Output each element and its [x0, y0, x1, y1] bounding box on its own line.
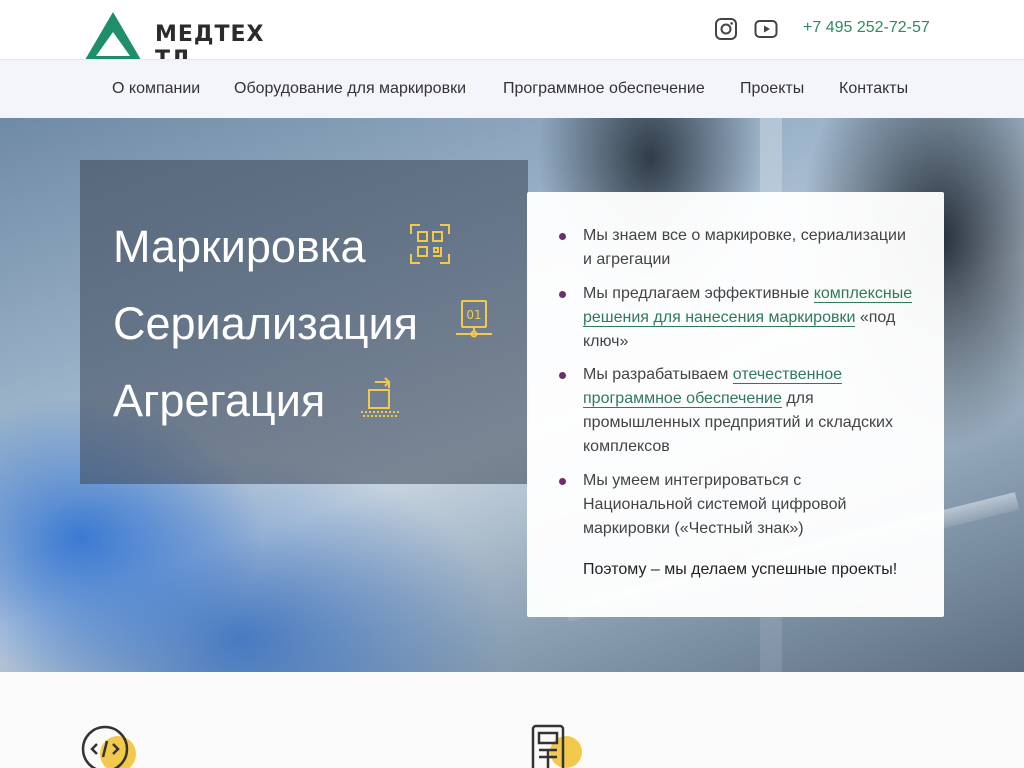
serial-number-icon: 01 [456, 300, 492, 338]
youtube-icon[interactable] [754, 17, 778, 41]
bullet-dot [559, 372, 566, 379]
nav-item-projects[interactable]: Проекты [740, 80, 804, 98]
bullet-dot [559, 233, 566, 240]
triangle-logo-icon [82, 12, 144, 65]
bullet-dot [559, 478, 566, 485]
qr-code-icon [410, 224, 450, 264]
hero-banner: Маркировка Сериализация 01 Агрегация Мы … [0, 118, 1024, 672]
logo[interactable]: МЕДТЕХ ТД [80, 10, 280, 72]
bullet-text: Мы умеем интегрироваться с Национальной … [583, 472, 847, 537]
list-item: Мы предлагаем эффективные комплексные ре… [559, 282, 913, 354]
phone-link[interactable]: +7 495 252-72-57 [803, 19, 930, 37]
nav-item-software[interactable]: Программное обеспечение [503, 80, 705, 98]
handheld-scanner-icon [531, 724, 582, 768]
hero-title-aggregation: Агрегация [113, 375, 326, 426]
bullet-text: Мы предлагаем эффективные [583, 285, 814, 302]
nav-item-about[interactable]: О компании [112, 80, 200, 98]
nav-item-contacts[interactable]: Контакты [839, 80, 908, 98]
box-aggregation-icon [361, 377, 399, 417]
site-header: МЕДТЕХ ТД +7 495 252-72-57 [0, 0, 1024, 72]
hero-info-card: Мы знаем все о маркировке, сериализации … [527, 192, 944, 617]
hero-title-serialization: Сериализация [113, 298, 419, 349]
code-icon [81, 725, 136, 768]
bullet-text: Мы разрабатываем [583, 366, 733, 383]
nav-item-equipment[interactable]: Оборудование для маркировки [234, 80, 466, 98]
main-nav: О компании Оборудование для маркировки П… [0, 59, 1024, 118]
list-item: Мы умеем интегрироваться с Национальной … [559, 469, 913, 541]
summary-text: Поэтому – мы делаем успешные проекты! [583, 561, 898, 578]
bullet-text: Мы знаем все о маркировке, сериализации … [583, 227, 906, 268]
list-item: Мы разрабатываем отечественное программн… [559, 363, 913, 459]
bullet-dot [559, 291, 566, 298]
instagram-icon[interactable] [714, 17, 738, 41]
svg-text:01: 01 [466, 308, 481, 322]
list-item: Мы знаем все о маркировке, сериализации … [559, 224, 913, 272]
hero-title-marking: Маркировка [113, 221, 366, 272]
